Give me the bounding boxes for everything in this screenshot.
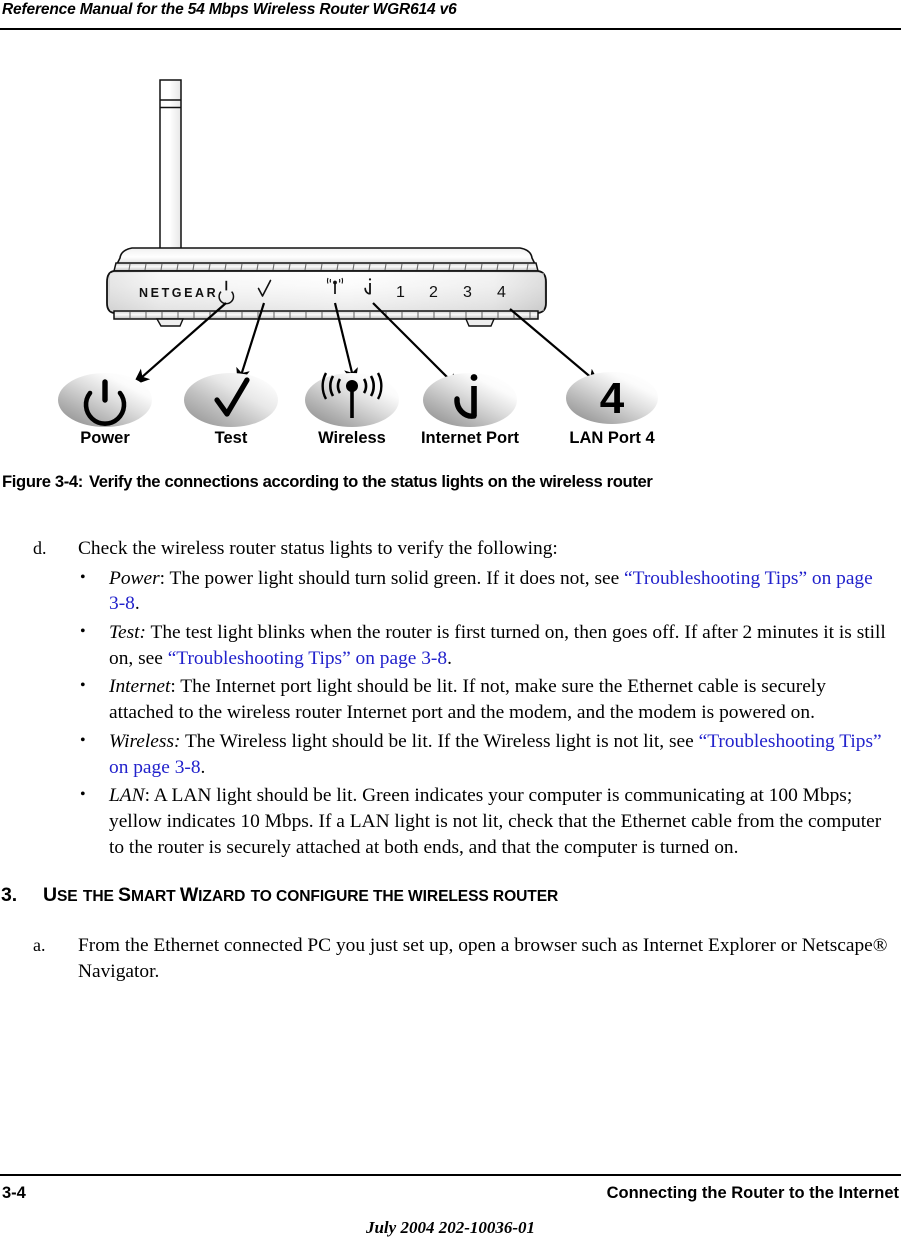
- bullet-text-tail: .: [134, 593, 140, 615]
- page-footer: 3-4 Connecting the Router to the Interne…: [0, 1174, 901, 1248]
- bullet-term: Power: [109, 567, 160, 589]
- bullet-term-separator: :: [144, 785, 154, 807]
- section-heading-3: 3. USE THE SMART WIZARD TO CONFIGURE THE …: [0, 884, 901, 907]
- callout-lan-port-4: 4 LAN Port 4: [566, 372, 658, 447]
- header-rule: [0, 28, 901, 31]
- step-d: d. Check the wireless router status light…: [0, 536, 901, 562]
- figure-caption-number: Figure 3-4:: [2, 472, 83, 491]
- bullet-text: The Internet port light should be lit. I…: [109, 676, 826, 724]
- bullet-marker: •: [80, 623, 86, 640]
- bullet-marker: •: [80, 731, 86, 749]
- router-upper-vent: [113, 262, 539, 272]
- bullet-test: • Test: The test light blinks when the ro…: [0, 620, 901, 671]
- step-a: a. From the Ethernet connected PC you jus…: [0, 933, 901, 984]
- page-header: Reference Manual for the 54 Mbps Wireles…: [0, 0, 901, 31]
- step-a-marker: a.: [33, 935, 46, 956]
- bullet-text: The power light should turn solid green.…: [169, 567, 625, 589]
- callout-power: Power: [58, 373, 152, 447]
- lan-port-4-icon: 4: [600, 374, 625, 423]
- chapter-title: Connecting the Router to the Internet: [606, 1184, 899, 1202]
- page-body: d. Check the wireless router status light…: [0, 536, 901, 985]
- bullet-marker: •: [80, 568, 86, 586]
- bullet-term: Internet: [109, 676, 171, 698]
- bullet-wireless: • Wireless: The Wireless light should be …: [0, 729, 901, 780]
- footer-rule: [0, 1174, 901, 1177]
- bullet-term-separator: :: [170, 676, 181, 698]
- lan-led-label-2: 2: [429, 284, 438, 301]
- callout-internet-port: Internet Port: [421, 373, 520, 447]
- bullet-internet: • Internet: The Internet port light shoul…: [0, 674, 901, 725]
- bullet-text-tail: .: [200, 756, 206, 778]
- section-heading-text: USE THE SMART WIZARD TO CONFIGURE THE WI…: [43, 884, 559, 907]
- bullet-marker: •: [80, 786, 86, 804]
- figure-caption: Figure 3-4: Verify the connections accord…: [2, 472, 892, 492]
- callout-label-internet-port: Internet Port: [421, 429, 520, 447]
- bullet-text: The Wireless light should be lit. If the…: [184, 730, 699, 752]
- callout-label-test: Test: [215, 429, 248, 447]
- step-d-text: Check the wireless router status lights …: [78, 538, 558, 559]
- leader-lan: [509, 308, 601, 386]
- callout-test: Test: [184, 373, 278, 447]
- step-a-text: From the Ethernet connected PC you just …: [78, 935, 888, 982]
- callout-label-lan-port-4: LAN Port 4: [569, 429, 655, 447]
- bullet-lan: • LAN: A LAN light should be lit. Green i…: [0, 783, 901, 860]
- lan-led-label-1: 1: [396, 284, 405, 301]
- section-number: 3.: [1, 884, 18, 907]
- figure-caption-text: Verify the connections according to the …: [88, 472, 653, 491]
- bullet-text: A LAN light should be lit. Green indicat…: [109, 785, 882, 858]
- callout-label-wireless: Wireless: [318, 429, 386, 447]
- cross-reference-link[interactable]: “Troubleshooting Tips” on page 3-8: [168, 648, 447, 669]
- page-number: 3-4: [2, 1184, 26, 1202]
- lan-led-label-3: 3: [463, 284, 472, 301]
- status-light-bullet-list: • Power: The power light should turn soli…: [0, 566, 901, 861]
- bullet-term-separator: :: [159, 567, 170, 589]
- callout-bubble-test: [184, 373, 278, 427]
- netgear-wordmark: NETGEAR: [139, 286, 218, 300]
- bullet-text-tail: .: [447, 647, 452, 669]
- bullet-term: Wireless:: [109, 730, 181, 752]
- bullet-term: Test:: [109, 622, 147, 643]
- router-lower-vent: [113, 310, 539, 327]
- bullet-marker: •: [80, 677, 86, 695]
- document-id: July 2004 202-10036-01: [365, 1218, 536, 1237]
- bullet-power: • Power: The power light should turn soli…: [0, 566, 901, 617]
- lan-led-label-4: 4: [497, 284, 506, 301]
- callout-label-power: Power: [80, 429, 130, 447]
- bullet-term: LAN: [109, 785, 145, 807]
- figure-3-4-illustration: NETGEAR 1 2 3 4 Power Test Wireless Inte…: [0, 60, 901, 460]
- callout-wireless: Wireless: [305, 372, 399, 447]
- manual-title: Reference Manual for the 54 Mbps Wireles…: [2, 1, 457, 18]
- callout-bubble-internet: [423, 373, 517, 427]
- step-d-marker: d.: [33, 538, 47, 558]
